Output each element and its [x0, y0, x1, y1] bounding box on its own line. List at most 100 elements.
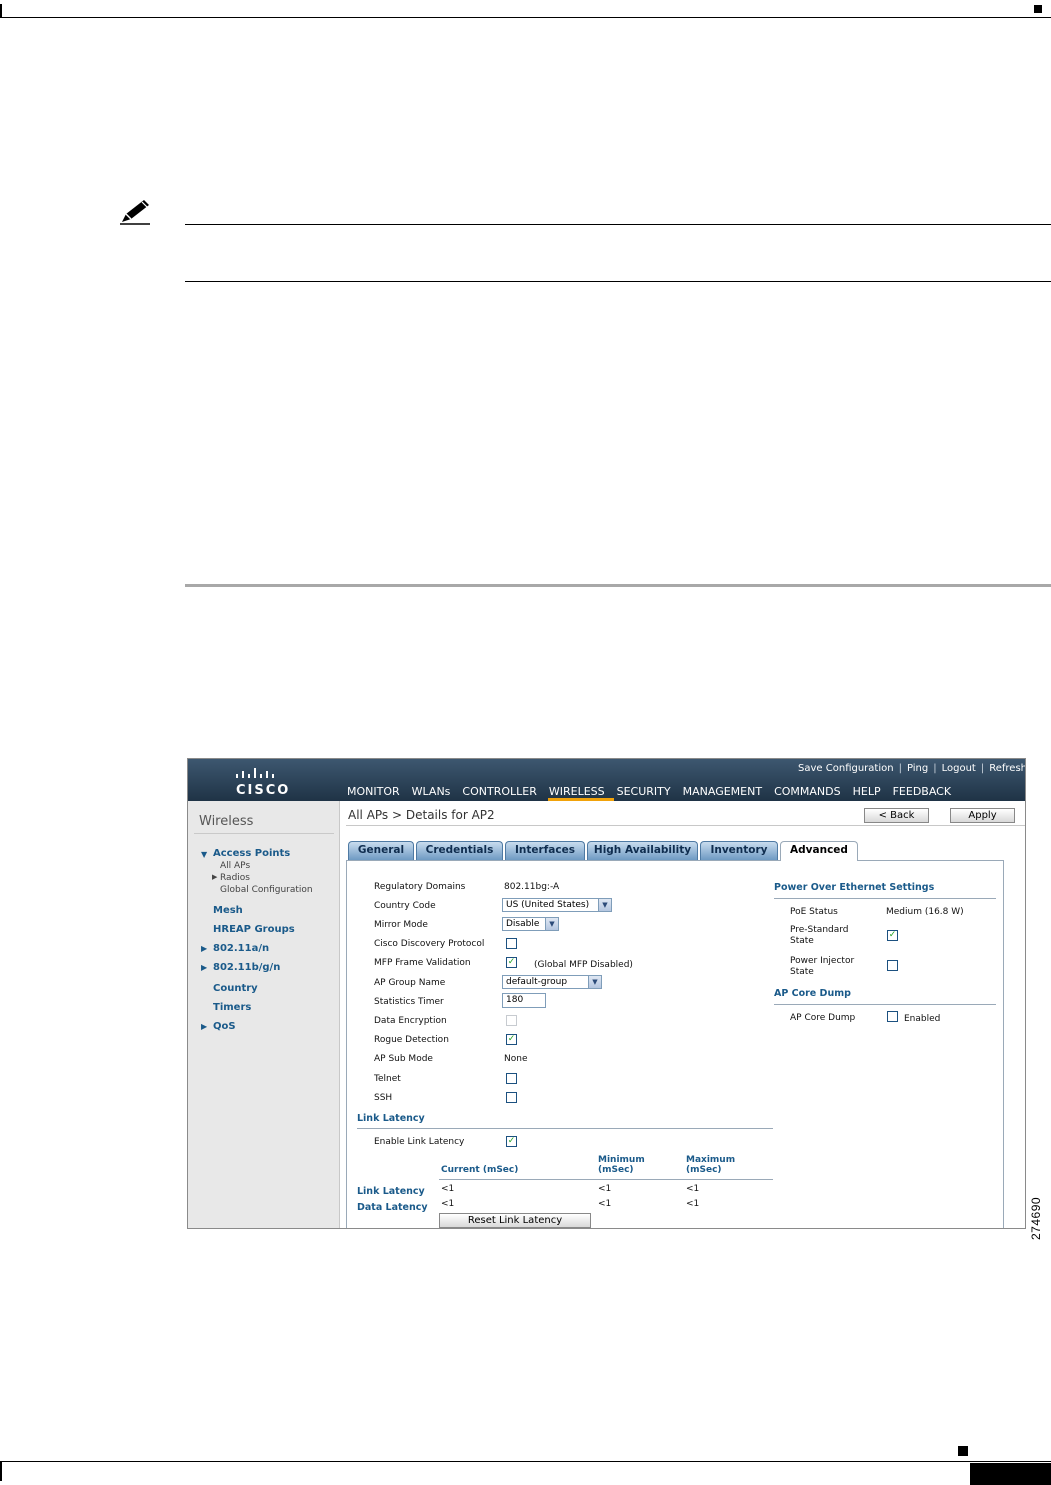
- minimum-column-header: Minimum (mSec): [598, 1155, 645, 1175]
- core-dump-checkbox[interactable]: [887, 1011, 898, 1022]
- step-separator: [185, 584, 1051, 587]
- main-menu: MONITOR WLANs CONTROLLER WIRELESS SECURI…: [346, 785, 962, 801]
- sidebar-item-country[interactable]: Country: [213, 983, 258, 994]
- menu-wireless[interactable]: WIRELESS: [547, 785, 614, 801]
- mfp-note: (Global MFP Disabled): [534, 960, 633, 970]
- menu-commands[interactable]: COMMANDS: [773, 785, 850, 801]
- expanded-arrow-icon[interactable]: ▼: [201, 850, 207, 859]
- telnet-checkbox[interactable]: [506, 1073, 517, 1084]
- statistics-timer-label: Statistics Timer: [374, 997, 444, 1007]
- page-title: All APs > Details for AP2: [348, 808, 495, 822]
- enable-link-latency-checkbox[interactable]: ✓: [506, 1136, 517, 1147]
- save-configuration-link[interactable]: Save Configuration: [798, 763, 894, 774]
- sidebar: Wireless ▼ Access Points All APs ▶ Radio…: [188, 801, 340, 1228]
- wlc-screenshot: CISCO Save Configuration | Ping | Logout | Ref…: [187, 758, 1026, 1229]
- menu-management[interactable]: MANAGEMENT: [682, 785, 771, 801]
- sidebar-item-qos[interactable]: QoS: [213, 1021, 236, 1032]
- pre-standard-checkbox[interactable]: ✓: [887, 930, 898, 941]
- maximum-column-header: Maximum (mSec): [686, 1155, 736, 1175]
- tab-general[interactable]: General: [348, 841, 414, 860]
- poe-divider: [774, 898, 996, 899]
- reset-link-latency-button[interactable]: Reset Link Latency: [439, 1213, 591, 1228]
- tab-advanced[interactable]: Advanced: [780, 841, 858, 861]
- collapsed-arrow-icon[interactable]: ▶: [201, 963, 207, 972]
- ap-group-select[interactable]: default-group ▼: [502, 975, 602, 989]
- sidebar-item-timers[interactable]: Timers: [213, 1002, 251, 1013]
- menu-controller[interactable]: CONTROLLER: [461, 785, 545, 801]
- collapsed-arrow-icon[interactable]: ▶: [212, 873, 217, 881]
- tab-high-availability[interactable]: High Availability: [587, 841, 698, 860]
- statistics-timer-input[interactable]: 180: [502, 993, 546, 1008]
- sidebar-item-80211an[interactable]: 802.11a/n: [213, 943, 269, 954]
- menu-wlans[interactable]: WLANs: [411, 785, 460, 801]
- sidebar-subitem-global-configuration[interactable]: Global Configuration: [220, 885, 313, 895]
- page-number-tab: [970, 1463, 1051, 1485]
- poe-section-title: Power Over Ethernet Settings: [774, 882, 935, 893]
- menu-monitor[interactable]: MONITOR: [346, 785, 409, 801]
- chevron-down-icon: ▼: [545, 918, 558, 930]
- sidebar-item-mesh[interactable]: Mesh: [213, 905, 243, 916]
- sidebar-title: Wireless: [199, 814, 254, 829]
- tab-credentials[interactable]: Credentials: [416, 841, 503, 860]
- rogue-detection-label: Rogue Detection: [374, 1035, 449, 1045]
- sidebar-subitem-all-aps[interactable]: All APs: [220, 861, 250, 871]
- refresh-link[interactable]: Refresh: [989, 763, 1025, 774]
- sidebar-item-80211bgn[interactable]: 802.11b/g/n: [213, 962, 280, 973]
- ap-sub-mode-value: None: [504, 1054, 528, 1064]
- mfp-checkbox[interactable]: ✓: [506, 957, 517, 968]
- note-rule-top: [185, 224, 1051, 225]
- apply-button[interactable]: Apply: [950, 808, 1015, 823]
- ap-sub-mode-label: AP Sub Mode: [374, 1054, 433, 1064]
- table-cell: <1: [686, 1184, 700, 1194]
- sidebar-item-access-points[interactable]: Access Points: [213, 848, 290, 859]
- chevron-down-icon: ▼: [598, 899, 611, 911]
- power-injector-checkbox[interactable]: [887, 960, 898, 971]
- menu-security[interactable]: SECURITY: [616, 785, 680, 801]
- country-code-select[interactable]: US (United States) ▼: [502, 898, 612, 912]
- cisco-logo-icon: [236, 768, 274, 778]
- cisco-logo-text: CISCO: [236, 783, 291, 798]
- ssh-checkbox[interactable]: [506, 1092, 517, 1103]
- collapsed-arrow-icon[interactable]: ▶: [201, 1022, 207, 1031]
- regulatory-domains-label: Regulatory Domains: [374, 882, 466, 892]
- sidebar-item-hreap-groups[interactable]: HREAP Groups: [213, 924, 295, 935]
- core-dump-enabled-text: Enabled: [904, 1014, 941, 1024]
- sidebar-subitem-radios[interactable]: Radios: [220, 873, 250, 883]
- pencil-note-icon: [120, 200, 150, 225]
- rogue-detection-checkbox[interactable]: ✓: [506, 1034, 517, 1045]
- header-rule: [0, 17, 1051, 18]
- mirror-mode-label: Mirror Mode: [374, 920, 428, 930]
- back-button[interactable]: < Back: [864, 808, 929, 823]
- table-cell: <1: [598, 1199, 612, 1209]
- ping-link[interactable]: Ping: [907, 763, 928, 774]
- sidebar-divider: [194, 833, 334, 834]
- collapsed-arrow-icon[interactable]: ▶: [201, 944, 207, 953]
- menu-help[interactable]: HELP: [852, 785, 890, 801]
- menu-feedback[interactable]: FEEDBACK: [892, 785, 960, 801]
- cdp-label: Cisco Discovery Protocol: [374, 939, 485, 949]
- telnet-label: Telnet: [374, 1074, 401, 1084]
- data-encryption-checkbox: [506, 1015, 517, 1026]
- header-divider: [346, 825, 1025, 826]
- figure-id: 274690: [1029, 1196, 1043, 1240]
- ap-group-label: AP Group Name: [374, 978, 446, 988]
- link-latency-section-title: Link Latency: [357, 1113, 425, 1124]
- current-column-header: Current (mSec): [441, 1165, 519, 1175]
- mfp-label: MFP Frame Validation: [374, 958, 471, 968]
- regulatory-domains-value: 802.11bg:-A: [504, 882, 560, 892]
- mirror-mode-select[interactable]: Disable ▼: [502, 917, 559, 931]
- tab-interfaces[interactable]: Interfaces: [505, 841, 585, 860]
- chevron-down-icon: ▼: [588, 976, 601, 988]
- footer-marker: [958, 1446, 968, 1456]
- tab-inventory[interactable]: Inventory: [700, 841, 778, 860]
- table-cell: <1: [441, 1184, 455, 1194]
- cdp-checkbox[interactable]: [506, 938, 517, 949]
- pre-standard-label: Pre-Standard State: [790, 925, 849, 946]
- header-tick: [0, 4, 2, 18]
- table-cell: <1: [686, 1199, 700, 1209]
- utility-links: Save Configuration | Ping | Logout | Refresh: [798, 763, 1026, 774]
- power-injector-label: Power Injector State: [790, 956, 855, 977]
- logout-link[interactable]: Logout: [942, 763, 976, 774]
- table-cell: <1: [441, 1199, 455, 1209]
- core-dump-label: AP Core Dump: [790, 1013, 856, 1023]
